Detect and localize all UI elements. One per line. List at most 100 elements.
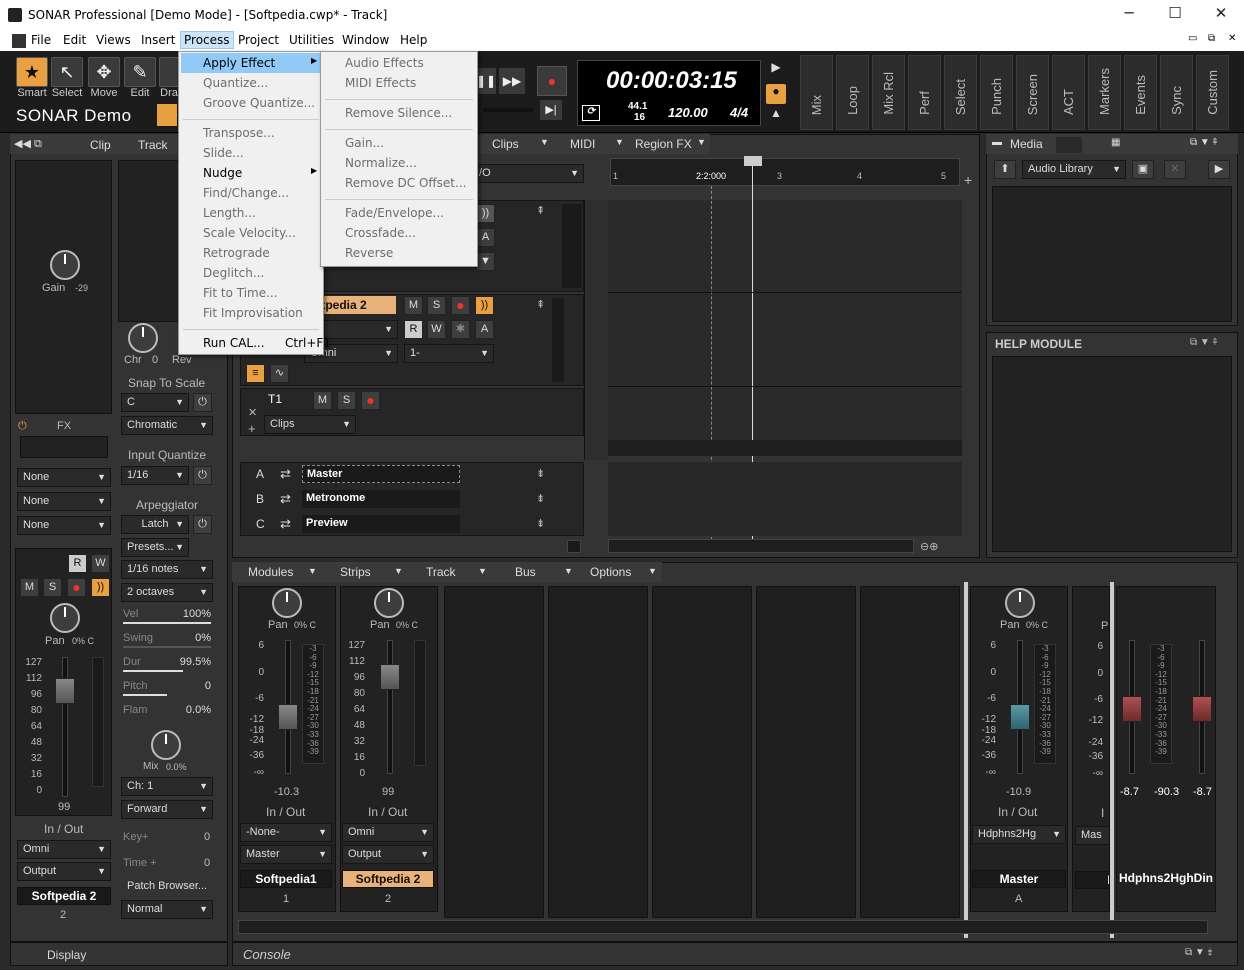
length-item[interactable]: Length... (203, 206, 256, 220)
doc-restore-icon[interactable]: ⧉ (1208, 33, 1215, 44)
write-automation-button[interactable]: W (427, 320, 446, 339)
automation-button[interactable]: A (475, 320, 494, 339)
apply-effect-item[interactable]: Apply Effect (203, 56, 275, 70)
arp-mix-knob[interactable] (151, 730, 181, 760)
solo-button[interactable]: S (43, 578, 62, 597)
position-slider[interactable] (483, 108, 533, 112)
swing-value[interactable]: 0% (195, 632, 211, 644)
input-echo-button[interactable]: )) (91, 578, 110, 597)
collapse-icon[interactable]: ⇟ (536, 517, 545, 530)
tab-screen[interactable]: Screen (1016, 55, 1049, 130)
output-dropdown[interactable]: Output (17, 862, 111, 881)
deglitch-item[interactable]: Deglitch... (203, 266, 264, 280)
pitch-value[interactable]: 0 (205, 680, 211, 692)
take-lane-name[interactable]: T1 (268, 392, 282, 406)
automation-lane-icon[interactable]: ∿ (270, 364, 289, 383)
pitch-slider[interactable] (123, 694, 167, 696)
play-small-icon[interactable]: ▶ (766, 60, 786, 80)
tab-act[interactable]: ACT (1052, 55, 1085, 130)
collapse-icon[interactable]: ⇟ (536, 492, 545, 505)
transpose-item[interactable]: Transpose... (203, 126, 275, 140)
find-change-item[interactable]: Find/Change... (203, 186, 289, 200)
retrograde-item[interactable]: Retrograde (203, 246, 270, 260)
tab-events[interactable]: Events (1124, 55, 1157, 130)
vel-value[interactable]: 100% (183, 608, 211, 620)
menu-insert[interactable]: Insert (141, 33, 175, 47)
mute-button[interactable]: M (404, 296, 423, 315)
delete-icon[interactable]: ✕ (1164, 160, 1186, 179)
audio-effects-item[interactable]: Audio Effects (345, 56, 424, 70)
volume-fader-left[interactable] (1122, 696, 1142, 722)
input-dropdown[interactable]: Omni (17, 840, 111, 859)
pan-knob[interactable] (50, 603, 80, 633)
browser-list[interactable] (992, 186, 1232, 322)
output-dropdown[interactable]: Hdphns2Hg (972, 825, 1066, 844)
tab-sync[interactable]: Sync (1160, 55, 1193, 130)
maximize-button[interactable]: ☐ (1152, 4, 1198, 26)
write-automation-button[interactable]: W (91, 554, 110, 573)
fx-star-icon[interactable]: ✱ (451, 320, 470, 339)
pause-button[interactable]: ❚❚ (476, 68, 496, 94)
quantize-power-icon[interactable]: ⏻ (193, 466, 212, 485)
tab-markers[interactable]: Markers (1088, 55, 1121, 130)
arm-record-button[interactable]: ● (361, 391, 380, 410)
swing-slider[interactable] (123, 646, 211, 648)
doc-minimize-icon[interactable]: ▭ (1188, 33, 1197, 44)
scale-dropdown[interactable]: Chromatic (121, 416, 213, 435)
bus-name[interactable]: Metronome (302, 490, 460, 508)
read-automation-button[interactable]: R (68, 554, 87, 573)
go-to-end-button[interactable]: ▶| (540, 100, 562, 120)
fade-envelope-item[interactable]: Fade/Envelope... (345, 206, 444, 220)
display-button[interactable]: Display (47, 948, 86, 962)
smart-tool[interactable]: ★ Smart (15, 57, 49, 99)
clips-dropdown[interactable]: Clips (264, 415, 356, 434)
flam-value[interactable]: 0.0% (186, 704, 211, 716)
remove-silence-item[interactable]: Remove Silence... (345, 106, 452, 120)
strip-name[interactable]: Master (972, 870, 1066, 888)
close-button[interactable]: ✕ (1198, 4, 1244, 26)
remove-dc-offset-item[interactable]: Remove DC Offset... (345, 176, 466, 190)
bus-clips-pane[interactable] (608, 462, 962, 536)
volume-fader[interactable] (55, 678, 75, 704)
fit-improvisation-item[interactable]: Fit Improvisation (203, 306, 303, 320)
modules-menu[interactable]: Modules (248, 565, 293, 579)
input-dropdown[interactable]: Mas (1075, 826, 1109, 845)
tab-clip[interactable]: Clip (90, 138, 111, 152)
mute-button[interactable]: M (313, 391, 332, 410)
quantize-dropdown[interactable]: 1/16 (121, 466, 189, 485)
bus-name[interactable]: Preview (302, 515, 460, 533)
strip-name[interactable]: Softpedia1 (240, 870, 332, 888)
meter[interactable]: 4/4 (730, 105, 748, 120)
horizontal-scrollbar[interactable] (608, 539, 914, 553)
direction-dropdown[interactable]: Forward (121, 800, 213, 819)
time-display[interactable]: 00:00:03:15 ⟳ 44.1 16 120.00 4/4 (577, 60, 761, 126)
clips-menu[interactable]: Clips (492, 137, 519, 151)
tab-track[interactable]: Track (138, 138, 168, 152)
collapse-icon[interactable]: ⇟ (536, 467, 545, 480)
zoom-icon[interactable]: ⊖⊕ (920, 540, 938, 553)
arm-record-button[interactable]: ● (451, 296, 470, 315)
midi-menu[interactable]: MIDI (570, 137, 595, 151)
tab-custom[interactable]: Custom (1196, 55, 1229, 130)
none-dropdown-1[interactable]: None (17, 468, 111, 487)
none-dropdown-3[interactable]: None (17, 516, 111, 535)
timeline-ruler[interactable]: 1 2:2:000 3 4 5 (610, 156, 960, 186)
tab-synth-icon[interactable]: ▦ (1111, 137, 1120, 148)
run-cal-item[interactable]: Run CAL... (203, 336, 265, 350)
workspace-indicator[interactable] (157, 104, 177, 126)
scale-velocity-item[interactable]: Scale Velocity... (203, 226, 296, 240)
strips-menu[interactable]: Strips (340, 565, 371, 579)
dur-value[interactable]: 99.5% (180, 656, 211, 668)
vertical-scrollbar[interactable] (962, 200, 976, 460)
tab-plugins[interactable] (1056, 137, 1082, 153)
bus-name[interactable]: Master (302, 465, 460, 483)
groove-quantize-item[interactable]: Groove Quantize... (203, 96, 315, 110)
read-automation-button[interactable]: R (404, 320, 423, 339)
quantize-item[interactable]: Quantize... (203, 76, 268, 90)
menu-views[interactable]: Views (96, 33, 131, 47)
draw-tool[interactable]: Dra (159, 57, 179, 99)
add-icon[interactable]: + (964, 172, 972, 188)
loop-icon[interactable]: ● (766, 84, 786, 104)
automation-button[interactable]: A (476, 228, 495, 247)
io-dropdown[interactable]: I/O (470, 164, 584, 183)
